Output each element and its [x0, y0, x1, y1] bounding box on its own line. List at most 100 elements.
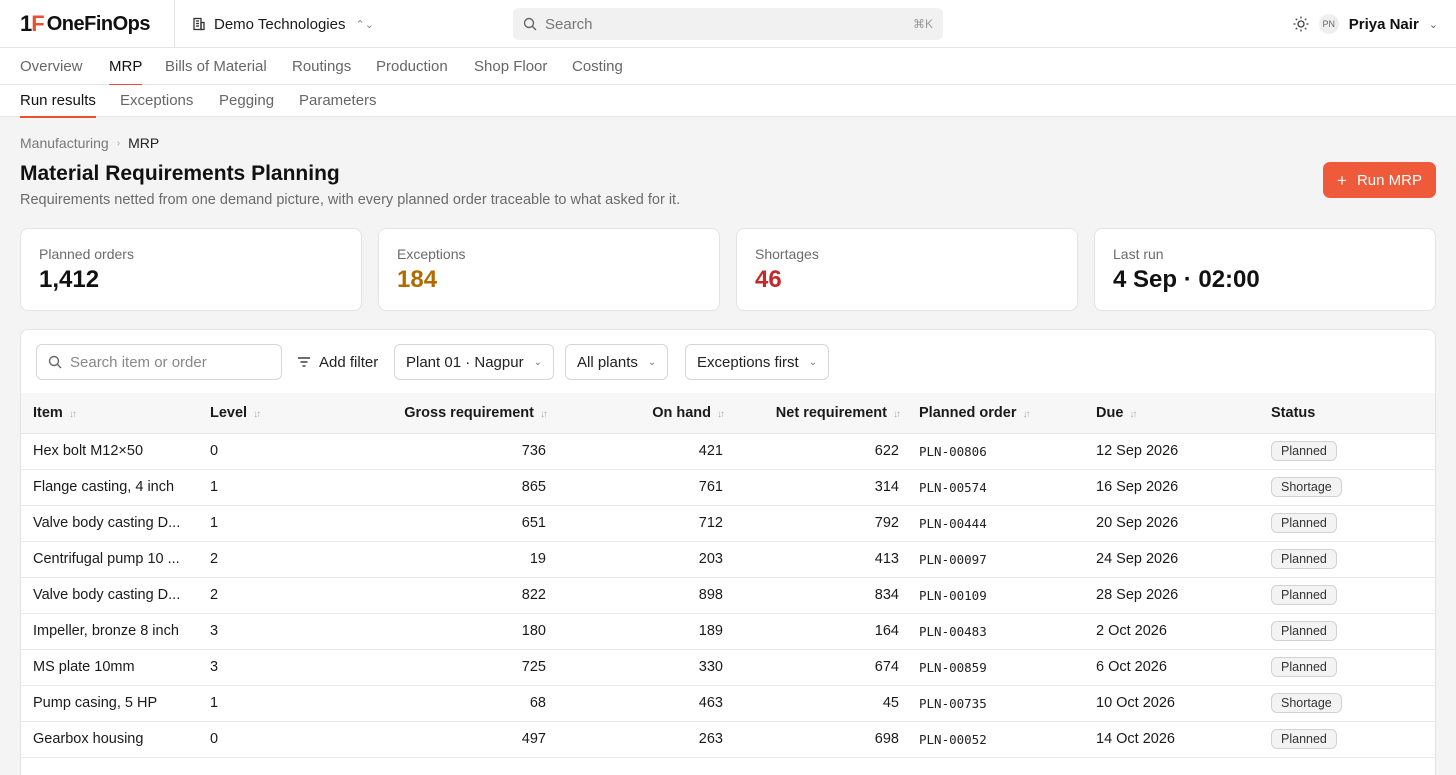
cell-net: 413	[874, 551, 899, 567]
cell-planned-order[interactable]: PLN-00483	[899, 613, 1076, 649]
cell-level: 1	[210, 515, 219, 531]
cell-status: Planned	[1253, 613, 1435, 649]
table-row[interactable]: Impeller, bronze 8 inch 3 180 189 164 PLN-004…	[21, 613, 1435, 649]
item-search[interactable]	[36, 344, 282, 380]
cell-onhand: 421	[698, 443, 723, 459]
cell-status: Planned	[1253, 577, 1435, 613]
cell-planned-order[interactable]: PLN-00109	[899, 577, 1076, 613]
sort-icon: ↓↑	[1129, 408, 1137, 420]
kpi-value: 184	[397, 266, 438, 293]
results-panel: Add filter Plant 01 · Nagpur ⌄ All plant…	[20, 329, 1436, 775]
cell-status: Shortage	[1253, 469, 1435, 505]
org-switcher[interactable]: Demo Technologies ⌃⌄	[192, 14, 374, 34]
sort-select[interactable]: Exceptions first ⌄	[685, 344, 830, 380]
cell-planned-order[interactable]: PLN-00097	[899, 541, 1076, 577]
tab-mrp[interactable]: MRP	[109, 48, 143, 86]
tab-exceptions[interactable]: Exceptions	[120, 85, 193, 117]
sort-icon: ↓↑	[893, 408, 901, 420]
org-name: Demo Technologies	[214, 15, 346, 33]
cell-due: 2 Oct 2026	[1096, 623, 1167, 639]
cell-gross: 180	[521, 623, 546, 639]
cell-status: Planned	[1253, 721, 1435, 757]
kpi-last-run: Last run 4 Sep · 02:00	[1094, 228, 1436, 311]
cell-level: 2	[210, 551, 219, 567]
cell-onhand: 330	[698, 659, 723, 675]
kpi-label: Shortages	[755, 246, 819, 262]
sort-icon: ↓↑	[253, 408, 261, 420]
cell-gross: 822	[521, 587, 546, 603]
cell-item: Valve body casting D...	[33, 515, 181, 531]
cell-planned-order[interactable]: PLN-00052	[899, 721, 1076, 757]
cell-planned-order[interactable]: PLN-00574	[899, 469, 1076, 505]
cell-status: Planned	[1253, 541, 1435, 577]
breadcrumb: Manufacturing › MRP	[20, 135, 159, 151]
kpi-label: Last run	[1113, 246, 1164, 262]
table-header-row: Item ↓↑ Level ↓↑ Gross requirement ↓↑ On ha…	[21, 393, 1435, 433]
search-icon	[48, 355, 62, 369]
kpi-value: 4 Sep · 02:00	[1113, 266, 1260, 293]
cell-status: Planned	[1253, 433, 1435, 469]
table-row[interactable]: Flange casting, 4 inch 1 865 761 314 PLN-0057…	[21, 469, 1435, 505]
tab-parameters[interactable]: Parameters	[299, 85, 377, 117]
run-mrp-button[interactable]: + Run MRP	[1323, 162, 1436, 198]
cell-net: 698	[874, 731, 899, 747]
status-badge: Planned	[1271, 729, 1337, 749]
global-search[interactable]: ⌘K	[513, 8, 943, 40]
table-row[interactable]: Valve body casting D... 1 651 712 792 PLN-004…	[21, 505, 1435, 541]
tab-run-results[interactable]: Run results	[20, 85, 96, 118]
tab-production[interactable]: Production	[376, 48, 448, 85]
tab-pegging[interactable]: Pegging	[219, 85, 274, 117]
tab-shop-floor[interactable]: Shop Floor	[474, 48, 547, 85]
table-row[interactable]: Pump casing, 5 HP 1 68 463 45 PLN-00735 10 Oct…	[21, 685, 1435, 721]
sort-icon: ↓↑	[68, 408, 77, 420]
tab-bills-of-material[interactable]: Bills of Material	[165, 48, 267, 85]
header-planned-order[interactable]: Planned order ↓↑	[899, 393, 1076, 433]
cell-planned-order[interactable]: PLN-00859	[899, 649, 1076, 685]
table-row[interactable]: Valve body casting D... 2 822 898 834 PLN-001…	[21, 577, 1435, 613]
cell-due: 28 Sep 2026	[1096, 587, 1179, 603]
tab-routings[interactable]: Routings	[292, 48, 351, 85]
chevron-down-icon: ⌄	[1428, 18, 1438, 31]
cell-planned-order[interactable]: PLN-00806	[899, 433, 1076, 469]
header-net[interactable]: Net requirement ↓↑	[723, 393, 901, 433]
search-input[interactable]	[545, 15, 913, 33]
add-filter-label: Add filter	[319, 353, 379, 371]
status-badge: Planned	[1271, 441, 1337, 461]
item-search-input[interactable]	[70, 353, 270, 371]
status-badge: Shortage	[1271, 477, 1342, 497]
header-due[interactable]: Due ↓↑	[1076, 393, 1253, 433]
header-onhand[interactable]: On hand ↓↑	[546, 393, 725, 433]
table-row[interactable]: Centrifugal pump 10 ... 2 19 203 413 PLN-0009…	[21, 541, 1435, 577]
theme-toggle-icon[interactable]	[1293, 16, 1309, 32]
tab-overview[interactable]: Overview	[20, 48, 83, 85]
status-badge: Shortage	[1271, 693, 1342, 713]
header-level[interactable]: Level ↓↑	[198, 393, 328, 433]
plant-select[interactable]: Plant 01 · Nagpur ⌄	[394, 344, 554, 380]
scope-select[interactable]: All plants ⌄	[565, 344, 669, 380]
tab-costing[interactable]: Costing	[572, 48, 623, 85]
header-item[interactable]: Item ↓↑	[21, 393, 198, 433]
cell-net: 164	[874, 623, 899, 639]
app-logo[interactable]: 1F OneFinOps	[20, 11, 151, 37]
cell-planned-order[interactable]: PLN-00735	[899, 685, 1076, 721]
cell-onhand: 203	[698, 551, 723, 567]
page-subtitle: Requirements netted from one demand pict…	[20, 192, 681, 208]
cell-level: 0	[210, 731, 219, 747]
cell-net: 792	[874, 515, 899, 531]
cell-gross: 19	[529, 551, 546, 567]
user-menu[interactable]: PN Priya Nair ⌄	[1293, 12, 1438, 36]
cell-item: Valve body casting D...	[33, 587, 181, 603]
table-row[interactable]: Gearbox housing 0 497 263 698 PLN-00052 14 Oct…	[21, 721, 1435, 757]
plant-select-value: Plant 01 · Nagpur	[406, 353, 524, 371]
sort-icon: ↓↑	[540, 408, 548, 420]
breadcrumb-parent[interactable]: Manufacturing	[20, 135, 109, 151]
add-filter-button[interactable]: Add filter	[297, 344, 378, 380]
cell-status: Planned	[1253, 505, 1435, 541]
cell-planned-order[interactable]: PLN-00444	[899, 505, 1076, 541]
sort-select-value: Exceptions first	[697, 353, 799, 371]
cell-gross: 725	[521, 659, 546, 675]
table-row[interactable]: MS plate 10mm 3 725 330 674 PLN-00859 6 Oct 20…	[21, 649, 1435, 685]
header-gross[interactable]: Gross requirement ↓↑	[328, 393, 548, 433]
cell-item: Impeller, bronze 8 inch	[33, 623, 179, 639]
table-row[interactable]: Hex bolt M12×50 0 736 421 622 PLN-00806 12 Sep…	[21, 433, 1435, 469]
